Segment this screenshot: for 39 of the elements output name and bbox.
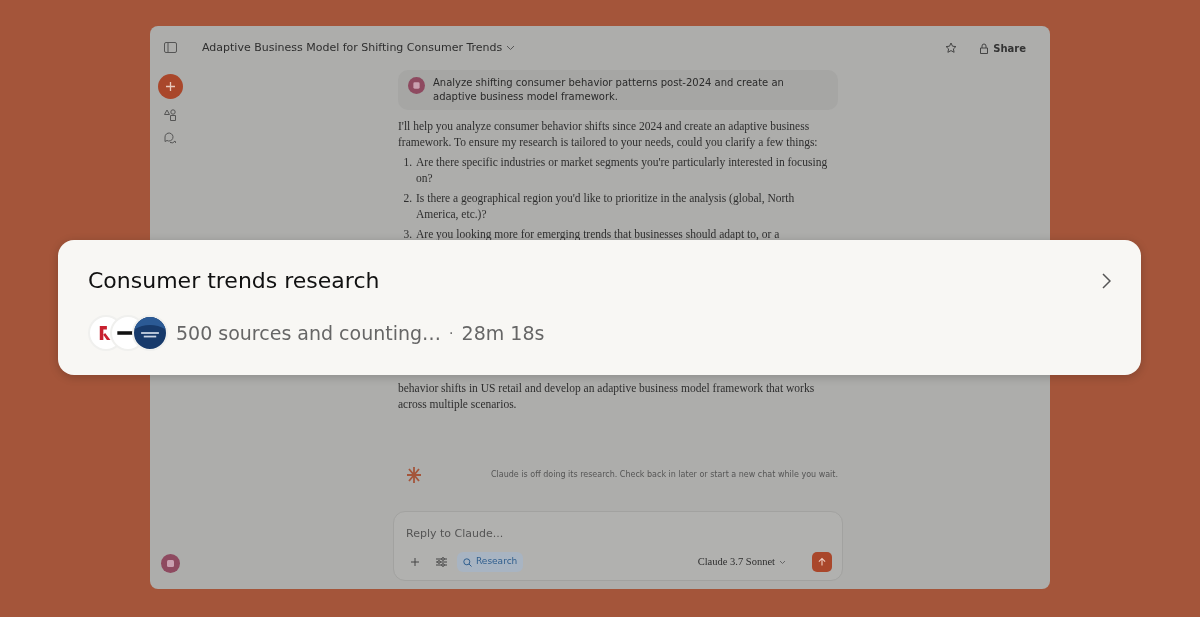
question-text: Are there specific industries or market segments you're particularly interested in focusing on? (416, 155, 829, 186)
separator-dot: · (449, 323, 454, 343)
sparkle-icon (406, 466, 422, 484)
list-number: 3. (402, 227, 413, 242)
chevron-down-icon (779, 559, 786, 565)
sources-count: 500 sources and counting… (176, 320, 442, 346)
avatar-icon (408, 77, 425, 94)
star-icon[interactable] (945, 42, 958, 54)
search-icon (463, 557, 472, 567)
model-selector[interactable]: Claude 3.7 Sonnet (691, 553, 792, 571)
response-text: I'll help you analyze consumer behavior shifts since 2024 and create an adaptive business framework. To ensure my research is tailored to your needs, could you clarify a few things: (398, 119, 819, 150)
elapsed-time: 28m 18s (461, 320, 545, 346)
new-chat-button[interactable] (157, 74, 183, 99)
status-note: Claude is off doing its research. Check back in later or start a new chat while you wait. (491, 469, 838, 481)
send-button[interactable] (812, 552, 832, 572)
chevron-right-icon[interactable] (1101, 272, 1111, 289)
reply-input[interactable]: Reply to Claude... (404, 525, 832, 544)
avatar-icon[interactable] (160, 554, 180, 573)
arrow-up-icon (818, 557, 826, 567)
user-message: Analyze shifting consumer behavior patterns post-2024 and create an adaptive business model framework. (433, 76, 785, 104)
research-card[interactable]: Consumer trends research 500 sources and counting… · 28m 18s (58, 240, 1141, 375)
question-text: Is there a geographical region you'd like to prioritize in the analysis (global, North America, etc.)? (416, 191, 796, 222)
chevron-down-icon[interactable] (506, 45, 516, 51)
share-button[interactable]: Share (973, 37, 1032, 59)
chat-title: Adaptive Business Model for Shifting Consumer Trends (202, 39, 503, 56)
list-number: 2. (402, 191, 413, 206)
sliders-icon (436, 556, 447, 567)
response-text: behavior shifts in US retail and develop an adaptive business model framework that works across multiple scenarios. (398, 381, 816, 412)
source-logo-icon (132, 315, 168, 351)
plus-icon (164, 81, 176, 92)
plus-icon (410, 556, 420, 567)
list-number: 1. (402, 155, 413, 170)
lock-icon (979, 42, 990, 54)
chat-icon[interactable] (164, 132, 176, 144)
shapes-icon[interactable] (164, 109, 176, 121)
card-title: Consumer trends research (88, 267, 380, 295)
reply-box[interactable]: Reply to Claude... Research Claude 3.7 Sonnet (393, 511, 843, 581)
research-toggle[interactable]: Research (457, 552, 524, 572)
sidebar-toggle-icon[interactable] (163, 42, 177, 53)
